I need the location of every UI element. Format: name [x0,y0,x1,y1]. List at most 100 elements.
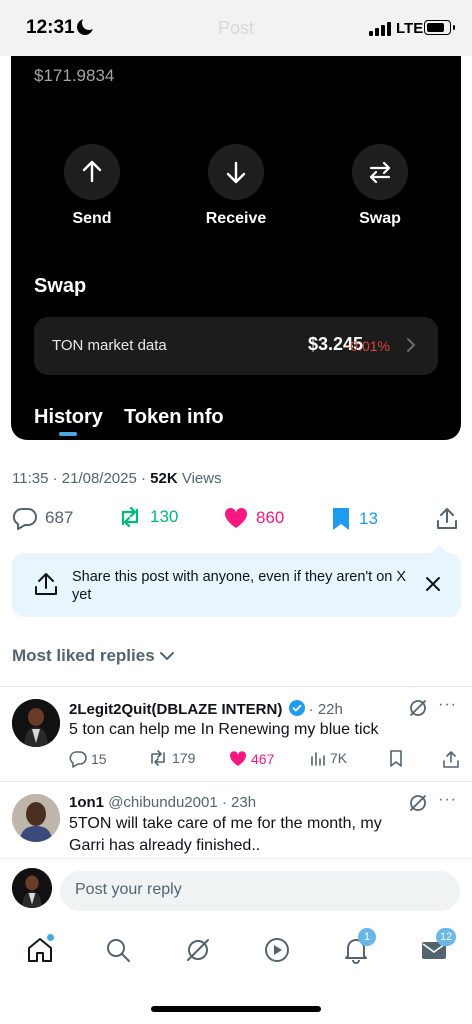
repost-count: 130 [150,507,179,526]
avatar[interactable] [12,699,60,747]
views-count: 52K [150,470,178,487]
swap-button: Swap [330,144,430,228]
reply-author[interactable]: 1on1 @chibundu2001 · 23h [69,794,256,811]
reply-handle: @chibundu2001 [108,794,218,811]
reply-reply-count: 15 [91,751,107,767]
send-button: Send [42,144,142,228]
wallet-usd-value: $171.9834 [34,66,115,85]
bottom-nav: 1 12 [0,920,472,1024]
reply-author[interactable]: 2Legit2Quit(DBLAZE INTERN) · 22h [69,700,343,718]
heart-filled-icon [229,751,247,766]
swap-label: Swap [359,210,401,227]
heart-filled-icon [224,507,248,528]
more-options-icon[interactable]: ··· [438,696,457,714]
post-timestamp: 11:35 · 21/08/2025 · [12,470,151,487]
receive-label: Receive [205,210,267,227]
more-options-icon[interactable]: ··· [438,791,457,809]
repost-icon [121,506,139,528]
reply-time: · 23h [221,794,257,811]
swap-arrows-icon [369,161,391,184]
grok-icon[interactable] [408,698,428,718]
send-label: Send [72,210,112,227]
arrow-down-icon [226,161,246,184]
like-button[interactable]: 860 [223,506,284,530]
notifications-badge: 1 [358,928,376,946]
avatar-image [12,868,52,908]
divider [0,686,472,687]
reply-repost-button[interactable]: 179 [148,750,195,766]
reply-icon [69,751,87,768]
grok-icon[interactable] [408,793,428,813]
reply-text: 5TON will take care of me for the month,… [69,815,382,854]
arrow-up-icon [82,160,102,183]
tab-active-indicator [59,432,77,436]
grok-icon [187,939,209,961]
reply-repost-count: 179 [172,750,196,766]
like-count: 860 [256,508,285,527]
share-icon [35,573,57,595]
bookmark-icon[interactable] [389,750,403,768]
bookmark-filled-icon [333,508,349,530]
divider [0,781,472,782]
post-meta: 11:35 · 21/08/2025 · 52K Views [12,470,222,487]
chevron-down-icon [159,652,174,661]
avatar-image [12,794,60,842]
nav-search[interactable] [104,936,132,969]
home-new-indicator [47,934,54,941]
cellular-signal-icon [369,22,393,36]
reply-views-count: 7K [330,750,348,766]
reply-composer: Post your reply [0,858,472,920]
current-user-avatar[interactable] [12,868,52,908]
receive-button: Receive [186,144,286,228]
reply-reply-button[interactable]: 15 [69,750,107,768]
share-button[interactable] [436,506,465,530]
home-indicator [151,1006,321,1012]
share-banner[interactable]: Share this post with anyone, even if the… [12,545,461,617]
nav-grok[interactable] [184,936,212,969]
tab-history: History [34,406,103,428]
reply-count: 687 [45,508,74,527]
nav-home[interactable] [26,934,54,969]
share-icon [437,508,457,529]
bookmark-count: 13 [359,509,378,528]
market-data-row: TON market data $3.245 -0.01% [34,317,438,375]
nav-notifications[interactable]: 1 [342,928,376,969]
chevron-right-icon [407,338,416,352]
share-banner-text: Share this post with anyone, even if the… [72,569,407,603]
reply-icon [12,507,37,530]
search-icon [107,939,130,962]
reply-time: · 22h [308,701,343,718]
market-label: TON market data [52,337,167,354]
share-icon[interactable] [443,750,459,768]
reply-author-name: 1on1 [69,794,105,811]
network-type-label: LTE [396,20,424,37]
market-change: -0.01% [345,338,390,354]
messages-badge: 12 [436,928,457,946]
views-chart-icon [311,752,325,766]
post-media-image[interactable]: $171.9834 Send Receive Swap Swap TON mar… [11,56,461,440]
nav-videos[interactable] [263,936,291,969]
verified-badge-icon [288,700,305,716]
replies-sort-label: Most liked replies [12,646,155,665]
close-icon[interactable] [425,576,441,592]
reply-input[interactable]: Post your reply [60,871,460,911]
reply-button[interactable]: 687 [12,506,73,530]
avatar[interactable] [12,794,60,842]
tab-token-info: Token info [124,406,224,428]
reply-like-count: 467 [251,750,275,767]
repost-button[interactable]: 130 [117,506,178,528]
bookmark-button[interactable]: 13 [330,506,378,532]
battery-icon [424,20,455,35]
reply-views-button[interactable]: 7K [310,750,347,766]
swap-heading: Swap [34,275,87,297]
views-label: Views [177,470,222,487]
reply-author-name: 2Legit2Quit(DBLAZE INTERN) [69,701,283,718]
nav-messages[interactable]: 12 [420,928,457,969]
avatar-image [12,699,60,747]
repost-icon [151,750,165,766]
reply-like-button[interactable]: 467 [229,750,274,767]
replies-sort-dropdown[interactable]: Most liked replies [12,646,175,666]
status-bar: 12:31 Post LTE [0,0,472,56]
reply-text: 5 ton can help me In Renewing my blue ti… [69,721,379,738]
play-circle-icon [265,938,289,962]
